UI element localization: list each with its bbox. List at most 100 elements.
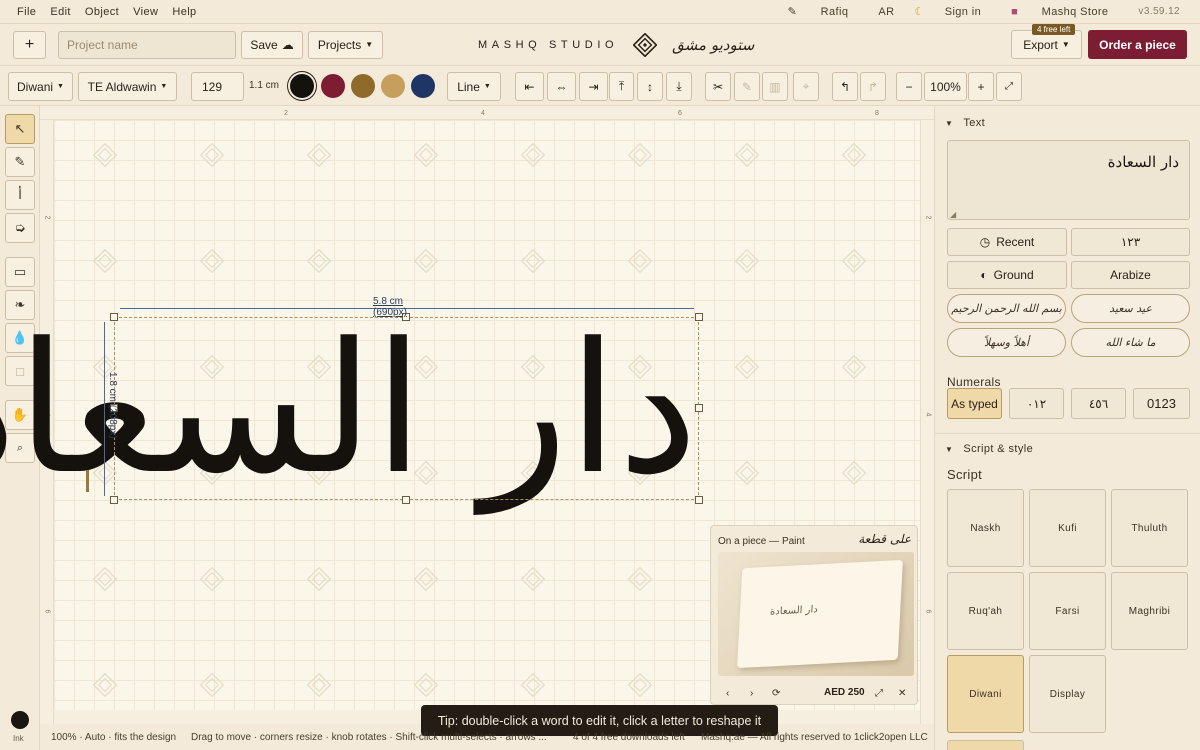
script-thuluth[interactable]: Thuluth <box>1111 489 1188 567</box>
script-display[interactable]: Display <box>1029 655 1106 733</box>
color-swatch-bronze[interactable] <box>351 74 375 98</box>
phrase-ahlan[interactable]: أهلاً وسهلاً <box>947 328 1066 357</box>
select-tool[interactable]: ↖ <box>5 114 35 144</box>
script-diwani[interactable]: Diwani <box>947 655 1024 733</box>
redo-button[interactable]: ↱ <box>860 72 886 101</box>
color-swatch-black[interactable] <box>290 74 314 98</box>
recent-button[interactable]: ◷ Recent <box>947 228 1067 256</box>
geometric-motif-icon <box>199 672 225 698</box>
caret-down-icon: ▼ <box>57 83 64 90</box>
resize-handle-b[interactable] <box>402 496 410 504</box>
arabic-numerals-button[interactable]: ١٢٣ <box>1071 228 1190 256</box>
phrase-mashallah[interactable]: ما شاء الله <box>1071 328 1190 357</box>
geometric-motif-icon <box>520 566 546 592</box>
align-bottom-button[interactable]: ⤓ <box>666 72 692 101</box>
ink-color-dot[interactable] <box>11 711 29 729</box>
order-piece-button[interactable]: Order a piece <box>1088 30 1187 59</box>
align-center-button[interactable]: ⇔ <box>547 72 576 101</box>
pen-tool[interactable]: ✎ <box>5 147 35 177</box>
size-input[interactable]: 129 <box>191 72 244 101</box>
geometric-motif-icon <box>520 142 546 168</box>
shape-tool[interactable]: ➭ <box>5 213 35 243</box>
align-left-button[interactable]: ⇥ <box>579 72 608 101</box>
zoom-out-button[interactable]: − <box>896 72 922 101</box>
resize-handle-bl[interactable] <box>110 496 118 504</box>
delete-button[interactable]: ▥ <box>762 72 788 101</box>
projects-dropdown[interactable]: Projects ▼ <box>308 30 383 59</box>
numerals-label: Numerals <box>947 375 1001 389</box>
script-select[interactable]: Diwani ▼ <box>8 72 73 101</box>
line-select[interactable]: Line ▼ <box>447 72 501 101</box>
undo-button[interactable]: ↰ <box>832 72 858 101</box>
geometric-motif-icon <box>627 248 653 274</box>
align-top-button[interactable]: ⤒ <box>609 72 634 101</box>
align-middle-button[interactable]: ↕ <box>637 72 663 101</box>
text-input[interactable]: دار السعادة ◢ <box>947 140 1190 220</box>
geometric-motif-icon <box>734 248 760 274</box>
height-label: 1.8 cm (208px) <box>107 372 118 439</box>
resize-handle-r[interactable] <box>695 404 703 412</box>
resize-handle-br[interactable] <box>695 496 703 504</box>
script-naskh[interactable]: Naskh <box>947 489 1024 567</box>
expand-icon[interactable]: ⤢ <box>875 688 883 699</box>
language-toggle[interactable]: AR <box>878 6 894 18</box>
selection-box[interactable] <box>114 317 699 500</box>
refresh-icon[interactable]: ⟳ <box>772 688 780 699</box>
paint-button[interactable]: ✎ <box>734 72 760 101</box>
numerals-western[interactable]: 0123 <box>1133 388 1190 419</box>
menu-help[interactable]: Help <box>172 6 196 18</box>
script-farsi[interactable]: Farsi <box>1029 572 1106 650</box>
alef-icon: أ <box>18 187 22 203</box>
color-swatch-maroon[interactable] <box>321 74 345 98</box>
save-button[interactable]: Save ☁ <box>241 30 303 59</box>
script-ruqah[interactable]: Ruq'ah <box>947 572 1024 650</box>
geometric-motif-icon <box>841 460 867 486</box>
text-tool[interactable]: أ <box>5 180 35 210</box>
script-kufi[interactable]: Kufi <box>1029 489 1106 567</box>
menu-object[interactable]: Object <box>85 6 119 18</box>
numerals-as-typed[interactable]: As typed <box>947 388 1002 419</box>
expand-icon: ⤢ <box>1005 81 1013 92</box>
cut-button[interactable]: ✂ <box>705 72 731 101</box>
center-button[interactable]: ⌖ <box>793 72 819 101</box>
brand-name: MASHQ STUDIO <box>478 39 619 51</box>
preview-image[interactable]: دار السعادة <box>718 552 914 676</box>
sign-in-link[interactable]: Sign in <box>945 6 981 18</box>
align-right-button[interactable]: ⇤ <box>515 72 544 101</box>
script-more[interactable] <box>947 740 1024 750</box>
rectangle-tool[interactable]: ▭ <box>5 257 35 287</box>
store-link[interactable]: ■ Mashq Store <box>1001 6 1118 18</box>
moon-icon[interactable]: ☾ <box>914 5 924 18</box>
project-name-input[interactable]: Project name <box>58 30 236 59</box>
color-swatch-gold[interactable] <box>381 74 405 98</box>
user-menu[interactable]: ✎ Rafiq <box>778 5 859 18</box>
zoom-value[interactable]: 100% <box>924 72 967 101</box>
preview-price: AED 250 <box>824 687 865 698</box>
color-swatch-navy[interactable] <box>411 74 435 98</box>
status-bar: 100% · Auto · fits the design Drag to mo… <box>40 724 934 750</box>
new-project-button[interactable]: + <box>13 30 46 59</box>
script-maghribi[interactable]: Maghribi <box>1111 572 1188 650</box>
resize-handle-tr[interactable] <box>695 313 703 321</box>
logo-icon <box>632 32 658 58</box>
close-icon[interactable]: ✕ <box>898 688 906 699</box>
text-section-header[interactable]: ▼ Text <box>945 117 985 129</box>
menu-file[interactable]: File <box>17 6 36 18</box>
font-select[interactable]: TE Aldwawin ▼ <box>78 72 177 101</box>
next-icon[interactable]: › <box>750 688 753 699</box>
geometric-motif-icon <box>841 248 867 274</box>
phrase-eid[interactable]: عيد سعيد <box>1071 294 1190 323</box>
cloud-icon: ☁ <box>281 37 294 52</box>
script-section-header[interactable]: ▼ Script & style <box>945 443 1033 455</box>
arabize-button[interactable]: Arabize <box>1071 261 1190 289</box>
resize-handle-tl[interactable] <box>110 313 118 321</box>
menu-view[interactable]: View <box>133 6 158 18</box>
phrase-basmala[interactable]: بسم الله الرحمن الرحيم <box>947 294 1066 323</box>
prev-icon[interactable]: ‹ <box>726 688 729 699</box>
numerals-persian[interactable]: ٤٥٦ <box>1071 388 1126 419</box>
menu-edit[interactable]: Edit <box>50 6 71 18</box>
zoom-in-button[interactable]: + <box>968 72 994 101</box>
numerals-arabic-indic[interactable]: ٠١٢ <box>1009 388 1064 419</box>
ground-button[interactable]: ◐ Ground <box>947 261 1067 289</box>
fit-button[interactable]: ⤢ <box>996 72 1022 101</box>
